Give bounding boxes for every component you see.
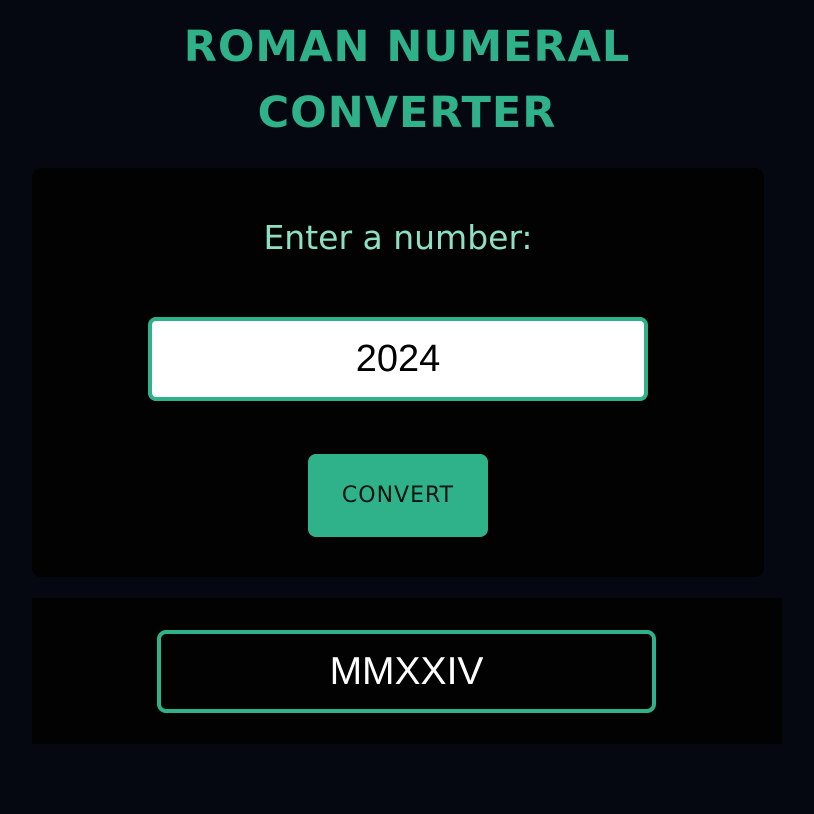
roman-numeral-output: MMXXIV bbox=[157, 630, 656, 713]
output-panel: MMXXIV bbox=[32, 598, 782, 744]
page-title: ROMAN NUMERAL CONVERTER bbox=[0, 14, 814, 146]
converter-card: Enter a number: CONVERT bbox=[32, 168, 764, 577]
roman-numeral-value: MMXXIV bbox=[329, 649, 484, 693]
convert-button[interactable]: CONVERT bbox=[308, 454, 488, 537]
page-title-line-1: ROMAN NUMERAL bbox=[183, 22, 631, 72]
number-input[interactable] bbox=[148, 317, 648, 401]
number-input-label: Enter a number: bbox=[263, 218, 533, 257]
page-title-line-2: CONVERTER bbox=[257, 88, 557, 138]
